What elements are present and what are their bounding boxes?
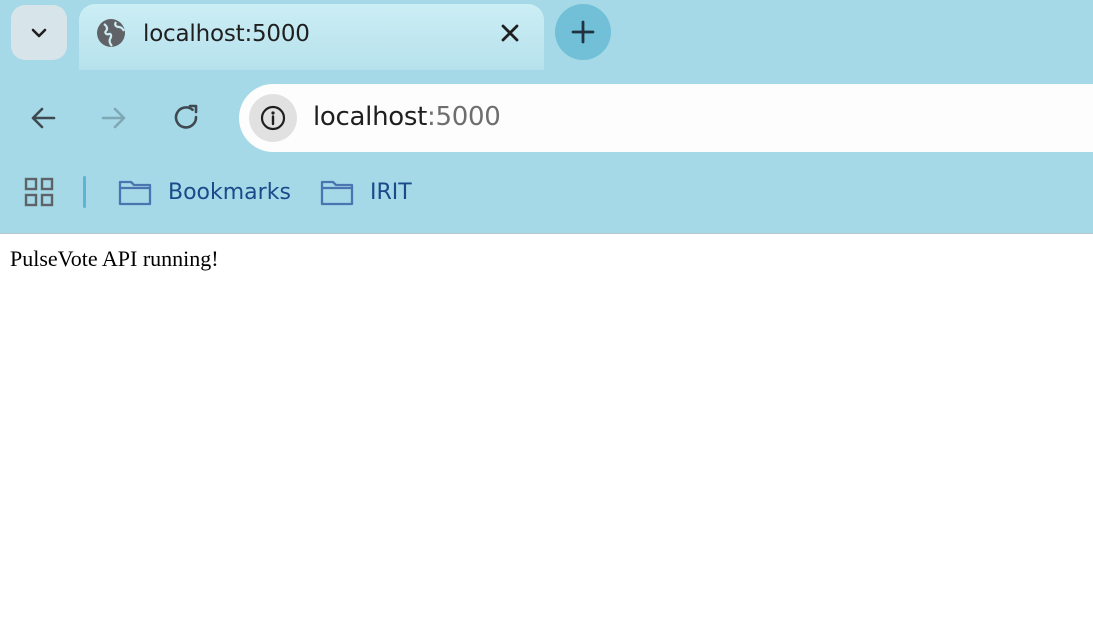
new-tab-button[interactable] xyxy=(555,4,611,60)
bookmarks-separator xyxy=(83,176,86,208)
forward-button[interactable] xyxy=(95,99,133,137)
folder-icon xyxy=(118,180,152,206)
tab-title: localhost:5000 xyxy=(143,21,310,47)
close-icon[interactable] xyxy=(497,20,523,46)
reload-icon xyxy=(174,104,198,129)
bookmark-folder-bookmarks[interactable]: Bookmarks xyxy=(118,176,291,208)
browser-chrome: localhost:5000 localhost:5000 Bookmarks … xyxy=(0,0,1093,234)
info-icon xyxy=(260,105,286,131)
tab-active[interactable]: localhost:5000 xyxy=(79,4,544,70)
chevron-down-icon xyxy=(31,28,47,37)
url-port: :5000 xyxy=(427,102,501,132)
arrow-right-icon xyxy=(101,107,126,129)
url-text[interactable]: localhost:5000 xyxy=(313,102,501,132)
address-bar[interactable]: localhost:5000 xyxy=(239,84,1093,152)
back-button[interactable] xyxy=(24,99,62,137)
apps-grid-icon[interactable] xyxy=(24,177,54,207)
bookmark-folder-irit[interactable]: IRIT xyxy=(320,176,412,208)
globe-icon xyxy=(97,19,125,47)
plus-icon xyxy=(571,20,595,44)
url-host: localhost xyxy=(313,102,428,132)
page-body-text: PulseVote API running! xyxy=(10,246,219,271)
bookmark-label: Bookmarks xyxy=(168,179,291,205)
reload-button[interactable] xyxy=(168,99,206,137)
arrow-left-icon xyxy=(31,107,56,129)
site-info-button[interactable] xyxy=(249,94,297,142)
folder-icon xyxy=(320,180,354,206)
bookmark-label: IRIT xyxy=(370,179,412,205)
tab-search-button[interactable] xyxy=(11,5,67,60)
